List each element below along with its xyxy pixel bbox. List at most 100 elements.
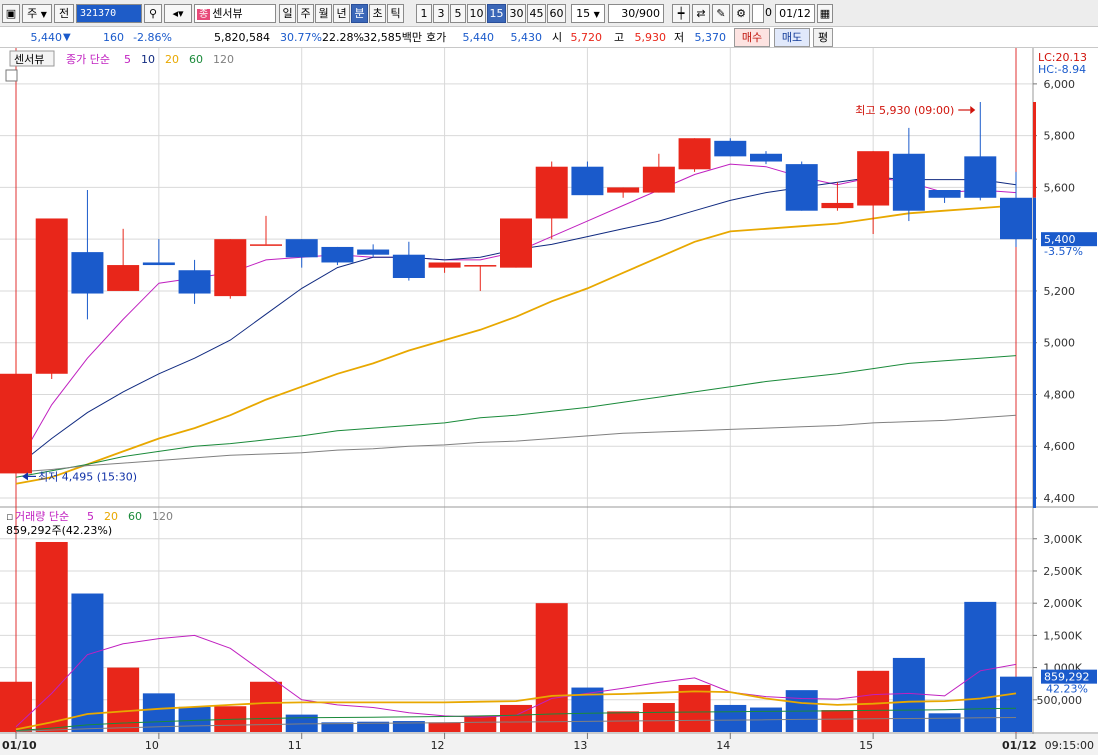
ask-price: 5,440 bbox=[462, 31, 495, 44]
interval-select[interactable]: 15 ▼ bbox=[571, 4, 605, 23]
price-change-pct: -2.86% bbox=[133, 31, 172, 44]
candle-body-26 bbox=[928, 190, 961, 198]
candle-body-25 bbox=[892, 153, 925, 211]
stock-tag: 센서뷰 bbox=[14, 53, 44, 66]
prev-button[interactable]: 전 bbox=[54, 4, 74, 23]
interval-tab-2[interactable]: 5 bbox=[450, 4, 466, 23]
interval-tab-0[interactable]: 1 bbox=[416, 4, 432, 23]
interval-value: 15 bbox=[576, 7, 591, 20]
candle-body-24 bbox=[857, 151, 890, 206]
volume-info: 859,292주(42.23%) bbox=[6, 524, 112, 537]
volume-icon[interactable]: ◂▾ bbox=[164, 4, 192, 23]
candle-body-6 bbox=[214, 239, 247, 297]
search-icon[interactable]: ⚲ bbox=[144, 4, 162, 23]
time-tick-label-5: 14 bbox=[716, 739, 730, 752]
time-tick-label-4: 13 bbox=[573, 739, 587, 752]
period-tab-1[interactable]: 주 bbox=[297, 4, 314, 23]
candle-body-13 bbox=[464, 265, 497, 267]
volume-bar-2 bbox=[71, 593, 104, 732]
chevron-down-icon: ▼ bbox=[40, 10, 47, 19]
time-tick-label-7: 01/12 bbox=[1002, 739, 1037, 752]
volume-bar-15 bbox=[535, 603, 568, 732]
period-tab-2[interactable]: 월 bbox=[315, 4, 332, 23]
candle-body-14 bbox=[500, 218, 532, 268]
candle-body-2 bbox=[71, 252, 104, 294]
candle-body-1 bbox=[35, 218, 68, 374]
candle-body-19 bbox=[678, 138, 711, 170]
stock-badge: 종 bbox=[197, 9, 211, 20]
window-icon[interactable]: ▣ bbox=[2, 4, 20, 23]
candle-body-5 bbox=[178, 270, 211, 294]
candle-9 bbox=[321, 246, 354, 266]
x-axis-strip bbox=[0, 734, 1098, 755]
candle-body-0 bbox=[0, 373, 32, 474]
bid-price: 5,430 bbox=[510, 31, 543, 44]
interval-tab-7[interactable]: 60 bbox=[547, 4, 566, 23]
date-checkbox[interactable] bbox=[752, 4, 764, 23]
draw-tool-icon[interactable]: ✎ bbox=[712, 4, 730, 23]
candle-body-7 bbox=[250, 244, 282, 246]
time-tick-label-2: 11 bbox=[288, 739, 302, 752]
period-tab-4[interactable]: 분 bbox=[351, 4, 368, 23]
hc-label: HC:-8.94 bbox=[1038, 63, 1086, 76]
current-change-label: -3.57% bbox=[1044, 245, 1083, 258]
mode-select[interactable]: 주 ▼ bbox=[22, 4, 52, 23]
volume-bar-27 bbox=[964, 601, 997, 732]
volume-tick-label-0: 500,000 bbox=[1037, 694, 1083, 707]
period-tab-3[interactable]: 년 bbox=[333, 4, 350, 23]
period-tab-0[interactable]: 일 bbox=[279, 4, 296, 23]
volume-handle-icon[interactable]: ▫ bbox=[6, 510, 13, 523]
candle-type-icon[interactable]: ┿ bbox=[672, 4, 690, 23]
high-price: 5,930 bbox=[634, 31, 667, 44]
volume-bar-26 bbox=[928, 713, 961, 732]
volume-bar-20 bbox=[714, 704, 747, 732]
volume-bar-5 bbox=[178, 706, 211, 732]
interval-tab-5[interactable]: 30 bbox=[507, 4, 526, 23]
gear-icon[interactable]: ⚙ bbox=[732, 4, 750, 23]
price-tick-label-0: 4,400 bbox=[1044, 492, 1076, 505]
interval-tab-6[interactable]: 45 bbox=[527, 4, 546, 23]
stock-name-field[interactable]: 종 센서뷰 bbox=[194, 4, 276, 23]
candle-body-11 bbox=[392, 254, 425, 278]
candle-body-28 bbox=[1000, 197, 1032, 240]
volume-ma-legend-20: 20 bbox=[104, 510, 118, 523]
candle-body-17 bbox=[607, 187, 640, 193]
candle-body-3 bbox=[107, 265, 140, 291]
date-input[interactable]: 01/12 bbox=[775, 4, 815, 23]
price-tick-label-7: 5,800 bbox=[1044, 130, 1076, 143]
period-tab-6[interactable]: 틱 bbox=[387, 4, 404, 23]
volume-ratio: 30.77% bbox=[280, 31, 322, 44]
candle-19 bbox=[678, 138, 711, 172]
time-tick-label-6: 15 bbox=[859, 739, 873, 752]
candle-22 bbox=[785, 161, 818, 211]
overlay-icon[interactable]: ⇄ bbox=[692, 4, 710, 23]
stock-code-input[interactable]: 321370 bbox=[76, 4, 142, 23]
price-legend-prefix: 종가 단순 bbox=[66, 53, 110, 66]
buy-button[interactable]: 매수 bbox=[734, 28, 770, 47]
candle-body-23 bbox=[821, 202, 854, 209]
volume-bar-23 bbox=[821, 710, 854, 732]
interval-tab-1[interactable]: 3 bbox=[433, 4, 449, 23]
volume-bar-18 bbox=[642, 703, 675, 732]
mode-label: 주 bbox=[27, 7, 38, 20]
volume-ma-legend-5: 5 bbox=[87, 510, 94, 523]
count-input[interactable]: 30/900 bbox=[608, 4, 664, 23]
high-annotation-label: 최고 5,930 (09:00) bbox=[855, 104, 954, 117]
price-tick-label-2: 4,800 bbox=[1044, 388, 1076, 401]
interval-tab-4[interactable]: 15 bbox=[487, 4, 506, 23]
toolbar: ▣ 주 ▼ 전 321370 ⚲ ◂▾ 종 센서뷰 15 ▼ 30/900 ┿ ⇄… bbox=[0, 0, 1098, 27]
volume-bar-25 bbox=[892, 657, 925, 732]
ma-legend-20: 20 bbox=[165, 53, 179, 66]
price-tick-label-8: 6,000 bbox=[1044, 78, 1076, 91]
trade-amount: 32,585백만 bbox=[363, 31, 422, 44]
interval-tab-3[interactable]: 10 bbox=[467, 4, 486, 23]
grid-toggle-icon[interactable] bbox=[5, 69, 18, 82]
sell-button[interactable]: 매도 bbox=[774, 28, 810, 47]
volume-tick-label-2: 1,500K bbox=[1043, 629, 1082, 642]
date-checkbox-label: 0 bbox=[765, 6, 772, 19]
period-tab-5[interactable]: 초 bbox=[369, 4, 386, 23]
calendar-icon[interactable]: ▦ bbox=[817, 4, 833, 23]
price-tick-label-3: 5,000 bbox=[1044, 337, 1076, 350]
average-button[interactable]: 평 bbox=[813, 28, 833, 47]
candle-body-18 bbox=[642, 166, 675, 193]
